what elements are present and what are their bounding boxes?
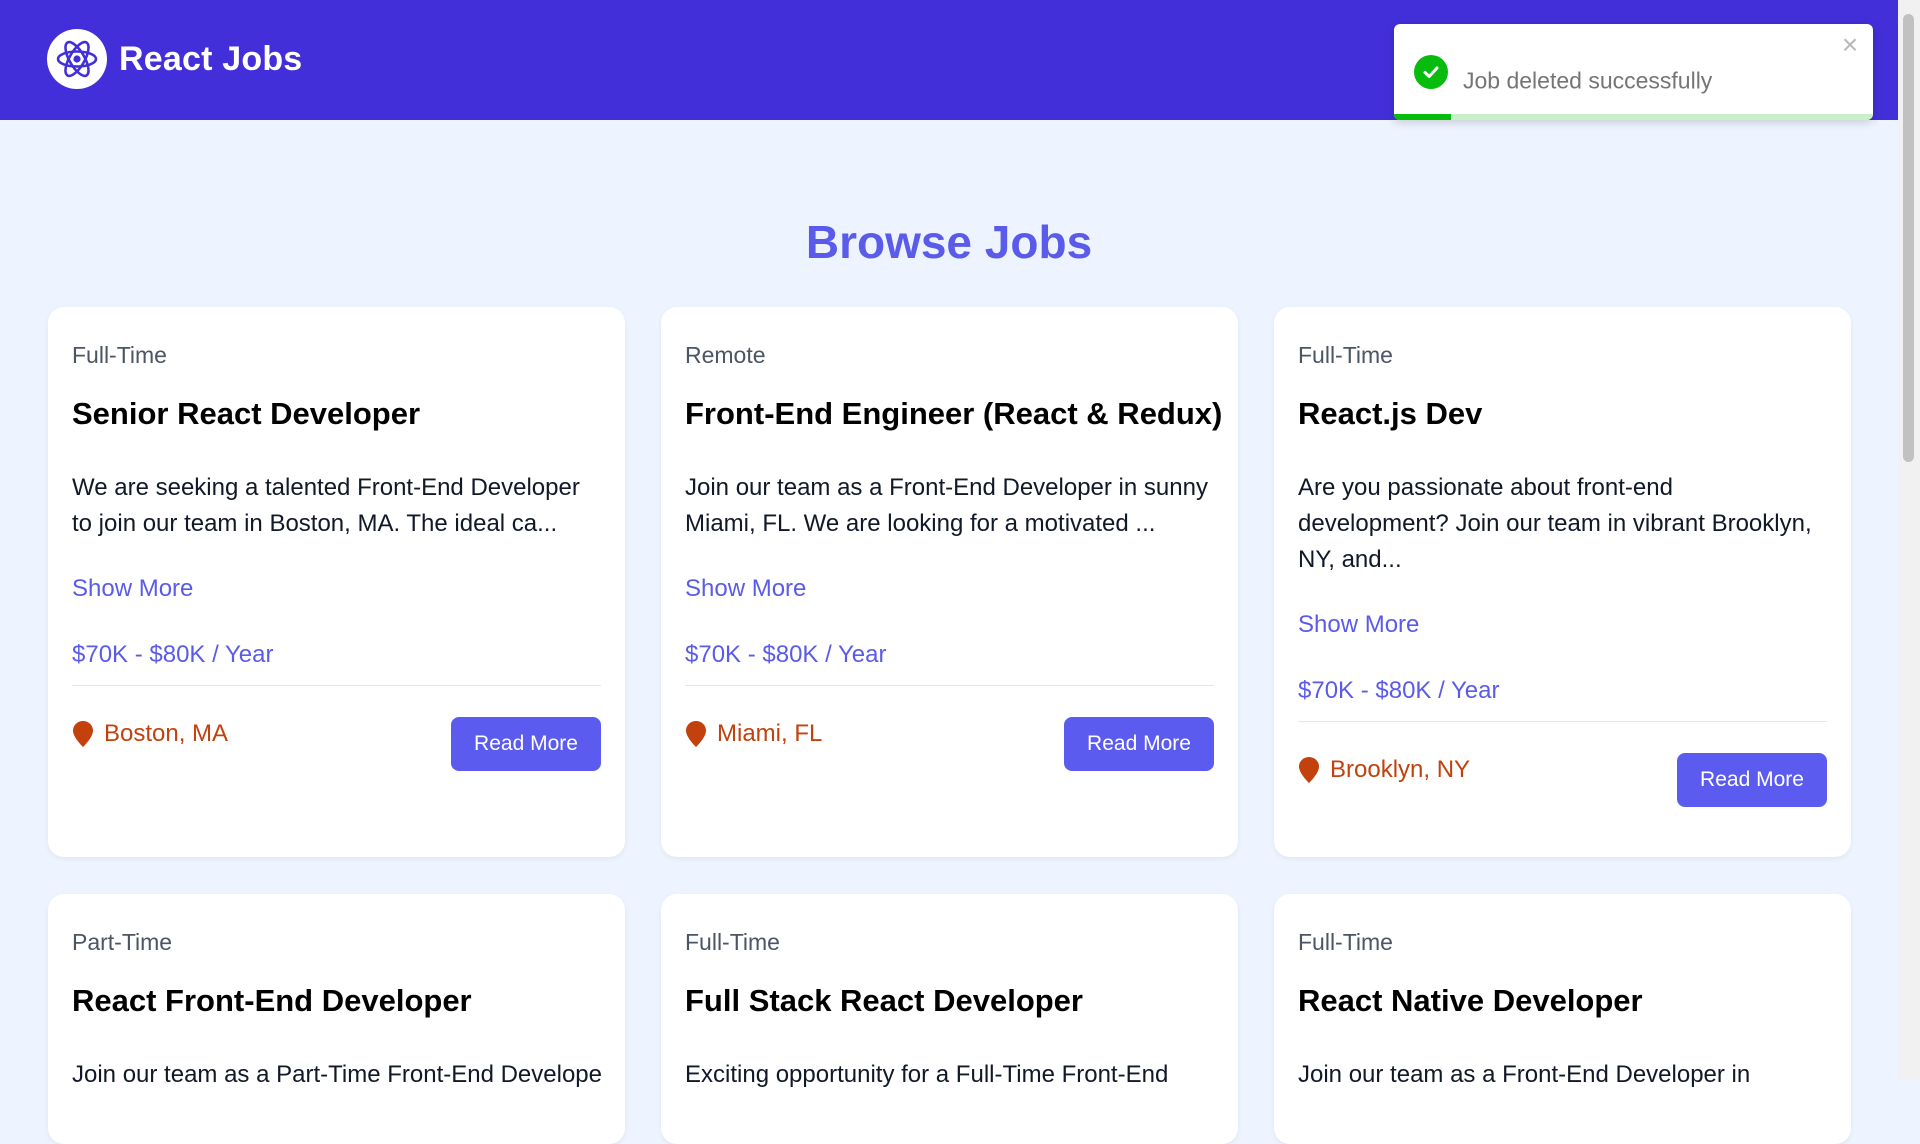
job-location: Miami, FL [685,720,822,748]
job-location-text: Brooklyn, NY [1330,756,1471,783]
job-description: Join our team as a Front-End Developer i… [685,474,1208,537]
job-location-text: Miami, FL [717,720,823,747]
job-title: React Native Developer [1298,983,1643,1018]
read-more-button[interactable]: Read More [451,717,601,771]
map-marker-icon [686,721,706,747]
job-title: Full Stack React Developer [685,983,1083,1018]
toast-progress-bar [1394,114,1452,120]
toast-progress-track [1394,114,1873,120]
toast-notification: Job deleted successfully × [1394,24,1873,120]
brand-link[interactable]: React Jobs [47,29,302,89]
job-salary: $70K - $80K / Year [72,641,274,668]
job-type: Remote [685,342,766,368]
job-type: Full-Time [1298,342,1393,368]
page-title: Browse Jobs [805,216,1093,268]
read-more-button[interactable]: Read More [1064,717,1214,771]
job-title: React.js Dev [1298,396,1483,431]
card-divider [72,685,601,686]
job-type: Part-Time [72,929,173,955]
job-title: Senior React Developer [72,396,421,431]
scrollbar-thumb[interactable] [1903,14,1914,462]
job-card: Full-Time Senior React Developer We are … [48,307,625,857]
scrollbar[interactable] [1898,0,1920,1080]
check-circle-icon [1414,55,1448,89]
show-more-link[interactable]: Show More [685,575,806,603]
read-more-button[interactable]: Read More [1677,753,1827,807]
job-salary: $70K - $80K / Year [1298,677,1500,704]
job-card: Remote Front-End Engineer (React & Redux… [661,307,1238,857]
job-salary: $70K - $80K / Year [685,641,887,668]
job-description: Are you passionate about front-end devel… [1298,474,1812,573]
job-type: Full-Time [72,342,167,368]
job-card: Full-Time Full Stack React Developer Exc… [661,894,1238,1144]
job-location: Boston, MA [72,720,228,748]
react-atom-icon [47,29,107,89]
job-card: Full-Time React Native Developer Join ou… [1274,894,1851,1144]
job-description: Join our team as a Part-Time Front-End D… [72,1061,601,1088]
job-location: Brooklyn, NY [1298,756,1470,784]
job-title: React Front-End Developer [72,983,472,1018]
job-location-text: Boston, MA [104,720,229,747]
card-divider [1298,721,1827,722]
job-type: Full-Time [685,929,780,955]
job-card: Full-Time React.js Dev Are you passionat… [1274,307,1851,857]
map-marker-icon [1299,757,1319,783]
show-more-link[interactable]: Show More [1298,611,1419,639]
card-divider [685,685,1214,686]
job-description: Exciting opportunity for a Full-Time Fro… [685,1061,1169,1088]
job-description: We are seeking a talented Front-End Deve… [72,474,580,537]
toast-message: Job deleted successfully [1463,67,1713,94]
brand-name: React Jobs [119,39,303,78]
map-marker-icon [73,721,93,747]
show-more-link[interactable]: Show More [72,575,193,603]
job-type: Full-Time [1298,929,1393,955]
close-icon[interactable]: × [1837,31,1863,59]
job-description: Join our team as a Front-End Developer i… [1298,1061,1751,1088]
job-title: Front-End Engineer (React & Redux) [685,396,1223,431]
job-card: Part-Time React Front-End Developer Join… [48,894,625,1144]
